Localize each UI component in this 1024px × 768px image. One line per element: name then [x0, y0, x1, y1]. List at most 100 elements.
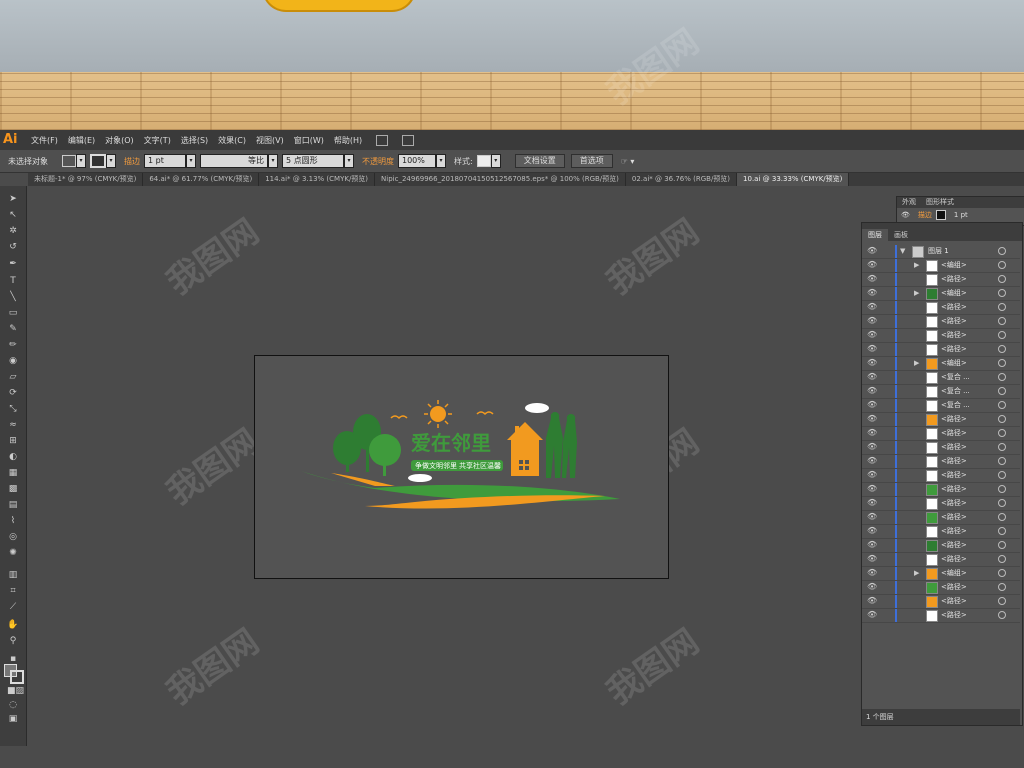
column-graph-tool-icon[interactable]: ▥ [7, 570, 19, 581]
tab-document-6-active[interactable]: 10.ai @ 33.33% (CMYK/预览) [737, 173, 850, 186]
target-circle-icon[interactable] [998, 583, 1006, 591]
blend-tool-icon[interactable]: ◎ [7, 532, 19, 543]
visibility-eye-icon[interactable]: 👁 [867, 289, 877, 297]
layer-row[interactable]: 👁 <路径> [862, 441, 1020, 455]
layer-row[interactable]: 👁 <路径> [862, 497, 1020, 511]
variable-width-profile[interactable]: 等比 [200, 154, 268, 168]
visibility-eye-icon[interactable]: 👁 [867, 513, 877, 521]
menu-object[interactable]: 对象(O) [105, 135, 134, 146]
appearance-stroke-label[interactable]: 描边 [918, 210, 932, 220]
tab-document-1[interactable]: 未标题-1* @ 97% (CMYK/预览) [28, 173, 144, 186]
selection-tool-icon[interactable]: ➤ [7, 194, 19, 205]
layer-row[interactable]: 👁 <路径> [862, 539, 1020, 553]
menu-type[interactable]: 文字(T) [144, 135, 171, 146]
target-circle-icon[interactable] [998, 261, 1006, 269]
target-circle-icon[interactable] [998, 303, 1006, 311]
pen-tool-icon[interactable]: ✒ [7, 259, 19, 270]
opacity-dropdown[interactable]: ▾ [436, 154, 446, 168]
opacity-label[interactable]: 不透明度 [362, 156, 394, 167]
layer-row[interactable]: 👁 <路径> [862, 511, 1020, 525]
visibility-eye-icon[interactable]: 👁 [867, 275, 877, 283]
expand-toggle-icon[interactable]: ▶ [914, 289, 919, 297]
expand-toggle-icon[interactable]: ▼ [900, 247, 905, 255]
menu-edit[interactable]: 编辑(E) [68, 135, 95, 146]
visibility-eye-icon[interactable]: 👁 [867, 415, 877, 423]
menu-view[interactable]: 视图(V) [256, 135, 284, 146]
layer-row-layer-1[interactable]: 👁 ▼ 图层 1 [862, 245, 1020, 259]
layer-row[interactable]: 👁 <复合 ... [862, 385, 1020, 399]
layer-row[interactable]: 👁 <路径> [862, 329, 1020, 343]
expand-toggle-icon[interactable]: ▶ [914, 569, 919, 577]
target-circle-icon[interactable] [998, 471, 1006, 479]
fill-dropdown[interactable]: ▾ [76, 154, 86, 168]
screen-mode-icon[interactable]: ▣ [7, 714, 19, 725]
visibility-eye-icon[interactable]: 👁 [867, 401, 877, 409]
layer-row[interactable]: 👁 <路径> [862, 427, 1020, 441]
tab-document-4[interactable]: Nipic_24969966_20180704150512567085.eps*… [375, 173, 626, 186]
tab-document-3[interactable]: 114.ai* @ 3.13% (CMYK/预览) [259, 173, 376, 186]
target-circle-icon[interactable] [998, 415, 1006, 423]
tab-document-5[interactable]: 02.ai* @ 36.76% (RGB/预览) [626, 173, 738, 186]
document-setup-button[interactable]: 文档设置 [514, 154, 565, 168]
drawing-mode-icon[interactable]: ◌ [7, 700, 19, 711]
stroke-weight-dropdown[interactable]: ▾ [186, 154, 196, 168]
target-circle-icon[interactable] [998, 359, 1006, 367]
target-circle-icon[interactable] [998, 317, 1006, 325]
layer-row[interactable]: 👁 ▶ <编组> [862, 357, 1020, 371]
gradient-tool-icon[interactable]: ▤ [7, 500, 19, 511]
layer-row[interactable]: 👁 <复合 ... [862, 399, 1020, 413]
expand-toggle-icon[interactable]: ▶ [914, 359, 919, 367]
direct-selection-tool-icon[interactable]: ↖ [7, 210, 19, 221]
target-circle-icon[interactable] [998, 513, 1006, 521]
visibility-eye-icon[interactable]: 👁 [867, 387, 877, 395]
preferences-button[interactable]: 首选项 [570, 154, 613, 168]
tab-graphic-styles[interactable]: 图形样式 [921, 197, 959, 208]
target-circle-icon[interactable] [998, 527, 1006, 535]
menu-help[interactable]: 帮助(H) [334, 135, 362, 146]
visibility-eye-icon[interactable]: 👁 [867, 471, 877, 479]
visibility-eye-icon[interactable]: 👁 [867, 583, 877, 591]
layer-row[interactable]: 👁 <路径> [862, 469, 1020, 483]
target-circle-icon[interactable] [998, 429, 1006, 437]
layer-row[interactable]: 👁 <路径> [862, 413, 1020, 427]
style-dropdown[interactable]: ▾ [490, 154, 501, 168]
visibility-eye-icon[interactable]: 👁 [867, 569, 877, 577]
brush-dropdown[interactable]: ▾ [344, 154, 354, 168]
target-circle-icon[interactable] [998, 485, 1006, 493]
target-circle-icon[interactable] [998, 457, 1006, 465]
visibility-eye-icon[interactable]: 👁 [867, 597, 877, 605]
stroke-color-box[interactable] [10, 670, 24, 684]
target-circle-icon[interactable] [998, 541, 1006, 549]
stroke-weight-field[interactable]: 1 pt [144, 154, 186, 168]
menu-file[interactable]: 文件(F) [31, 135, 58, 146]
fill-swatch[interactable] [62, 155, 76, 167]
stroke-swatch[interactable] [90, 154, 106, 168]
logo-artwork[interactable]: 爱在邻里 争做文明邻里 共享社区温馨 [255, 356, 668, 578]
target-circle-icon[interactable] [998, 401, 1006, 409]
arrange-documents-icon[interactable] [402, 134, 415, 146]
lasso-tool-icon[interactable]: ↺ [7, 242, 19, 253]
line-tool-icon[interactable]: ╲ [7, 292, 19, 303]
slice-tool-icon[interactable]: ⟋ [7, 602, 19, 613]
layer-row[interactable]: 👁 <路径> [862, 553, 1020, 567]
blob-brush-tool-icon[interactable]: ◉ [7, 356, 19, 367]
layer-row[interactable]: 👁 <路径> [862, 609, 1020, 623]
artboard[interactable]: 爱在邻里 争做文明邻里 共享社区温馨 [254, 355, 669, 579]
target-circle-icon[interactable] [998, 373, 1006, 381]
warp-tool-icon[interactable]: ≈ [7, 420, 19, 431]
visibility-eye-icon[interactable]: 👁 [867, 485, 877, 493]
target-circle-icon[interactable] [998, 443, 1006, 451]
target-circle-icon[interactable] [998, 247, 1006, 255]
color-mode-icons[interactable]: ■▨ [7, 686, 24, 697]
visibility-eye-icon[interactable]: 👁 [867, 303, 877, 311]
eye-icon[interactable]: 👁 [901, 211, 910, 219]
target-circle-icon[interactable] [998, 597, 1006, 605]
opacity-field[interactable]: 100% [398, 154, 436, 168]
visibility-eye-icon[interactable]: 👁 [867, 611, 877, 619]
visibility-eye-icon[interactable]: 👁 [867, 331, 877, 339]
expand-toggle-icon[interactable]: ▶ [914, 261, 919, 269]
bridge-icon[interactable] [376, 134, 389, 146]
zoom-tool-icon[interactable]: ⚲ [7, 636, 19, 647]
visibility-eye-icon[interactable]: 👁 [867, 345, 877, 353]
target-circle-icon[interactable] [998, 387, 1006, 395]
